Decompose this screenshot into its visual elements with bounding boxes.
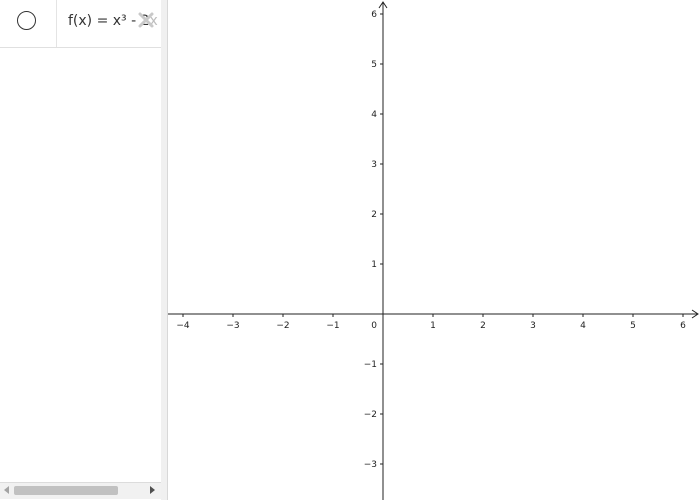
axes: −4 −3 −2 −1 1 2 3 4 5 6 6 5 4 3 2 1 −1 −2 −3 0 xyxy=(168,1,699,500)
scrollbar-thumb[interactable] xyxy=(14,486,118,495)
graphics-view[interactable]: −4 −3 −2 −1 1 2 3 4 5 6 6 5 4 3 2 1 −1 −2 −3 0 xyxy=(168,0,700,500)
x-tick-label: −1 xyxy=(326,321,339,331)
algebra-item-f[interactable]: f(x) = x³ - 2x - xyxy=(0,0,161,48)
y-tick-label: 5 xyxy=(371,60,377,70)
horizontal-scrollbar[interactable] xyxy=(0,482,161,499)
y-tick-label: −2 xyxy=(364,410,377,420)
x-tick-label: −3 xyxy=(226,321,239,331)
y-tick-label: 6 xyxy=(371,10,377,20)
x-tick-label: 4 xyxy=(580,321,586,331)
y-tick-label: 2 xyxy=(371,210,377,220)
x-tick-label: 1 xyxy=(430,321,436,331)
x-tick-label: 2 xyxy=(480,321,486,331)
geogebra-window: f(x) = x³ - 2x - −4−3−2−1123456654321−1−… xyxy=(0,0,700,500)
y-tick-label: −1 xyxy=(364,360,377,370)
arrow-right-icon[interactable] xyxy=(150,486,155,494)
x-tick-label: −2 xyxy=(276,321,289,331)
y-tick-label: −3 xyxy=(364,460,377,470)
y-tick-label: 1 xyxy=(371,260,377,270)
panel-divider[interactable] xyxy=(161,0,168,500)
algebra-panel: f(x) = x³ - 2x - xyxy=(0,0,162,500)
y-tick-label: 3 xyxy=(371,160,377,170)
x-tick-label: 5 xyxy=(630,321,636,331)
x-tick-label: 3 xyxy=(530,321,536,331)
x-tick-label: −4 xyxy=(176,321,190,331)
visibility-cell[interactable] xyxy=(0,0,57,47)
arrow-left-icon[interactable] xyxy=(4,486,9,494)
origin-label: 0 xyxy=(371,321,377,331)
delete-x-icon[interactable] xyxy=(137,11,155,29)
y-tick-label: 4 xyxy=(371,110,377,120)
circle-toggle-icon[interactable] xyxy=(17,11,36,30)
x-tick-label: 6 xyxy=(680,321,686,331)
